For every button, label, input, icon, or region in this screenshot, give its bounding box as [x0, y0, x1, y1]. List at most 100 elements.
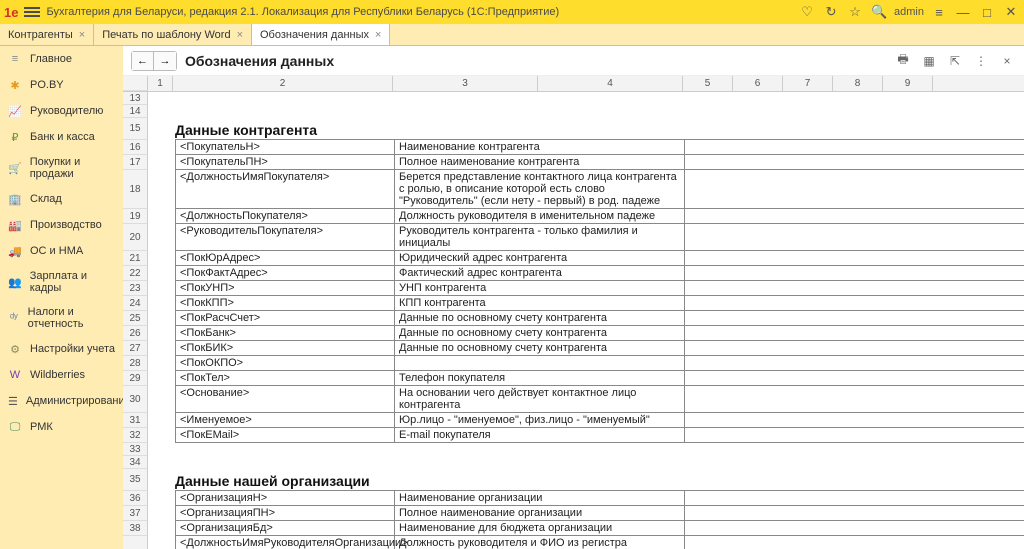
tab-close-icon[interactable]: × — [237, 29, 243, 41]
table-row[interactable]: <ПокЮрАдрес>Юридический адрес контрагент… — [175, 250, 1024, 266]
tag-cell[interactable]: <ОрганизацияБд> — [175, 521, 395, 535]
tab-close-icon[interactable]: × — [79, 29, 85, 41]
tag-cell[interactable]: <ОрганизацияПН> — [175, 506, 395, 520]
desc-cell[interactable]: Юридический адрес контрагента — [395, 251, 685, 265]
col-header[interactable]: 1 — [148, 76, 173, 91]
row-number[interactable]: 38 — [123, 521, 148, 536]
table-row[interactable]: <ДолжностьПокупателя>Должность руководит… — [175, 208, 1024, 224]
desc-cell[interactable]: Полное наименование контрагента — [395, 155, 685, 169]
tag-cell[interactable]: <Именуемое> — [175, 413, 395, 427]
row-number[interactable]: 18 — [123, 170, 148, 209]
table-row[interactable]: <ОрганизацияБд>Наименование для бюджета … — [175, 520, 1024, 536]
row-number[interactable]: 33 — [123, 443, 148, 456]
star-icon[interactable]: ☆ — [846, 3, 864, 21]
row-number[interactable]: 28 — [123, 356, 148, 371]
table-row[interactable]: <ПокФактАдрес>Фактический адрес контраге… — [175, 265, 1024, 281]
row-number[interactable]: 21 — [123, 251, 148, 266]
table-row[interactable]: <ДолжностьИмяРуководителяОрганизации>Дол… — [175, 535, 1024, 549]
settings-icon[interactable]: ≡ — [930, 3, 948, 21]
desc-cell[interactable]: Юр.лицо - "именуемое", физ.лицо - "имену… — [395, 413, 685, 427]
sidebar-item[interactable]: 📈Руководителю — [0, 98, 123, 124]
row-number[interactable]: 20 — [123, 224, 148, 251]
tag-cell[interactable]: <ПокРасчСчет> — [175, 311, 395, 325]
tag-cell[interactable]: <ПокТел> — [175, 371, 395, 385]
table-row[interactable]: <ПокКПП>КПП контрагента — [175, 295, 1024, 311]
row-number[interactable]: 15 — [123, 118, 148, 140]
close-tab-icon[interactable]: × — [998, 52, 1016, 70]
col-header[interactable]: 8 — [833, 76, 883, 91]
sidebar-item[interactable]: ✱PO.BY — [0, 72, 123, 98]
tag-cell[interactable]: <ДолжностьИмяПокупателя> — [175, 170, 395, 208]
desc-cell[interactable]: КПП контрагента — [395, 296, 685, 310]
tag-cell[interactable]: <ПокФактАдрес> — [175, 266, 395, 280]
tag-cell[interactable]: <ПокБИК> — [175, 341, 395, 355]
table-row[interactable]: <ДолжностьИмяПокупателя>Берется представ… — [175, 169, 1024, 209]
row-number[interactable]: 29 — [123, 371, 148, 386]
sidebar-item[interactable]: WWildberries — [0, 362, 123, 388]
table-row[interactable]: <ОрганизацияН>Наименование организации — [175, 490, 1024, 506]
desc-cell[interactable]: УНП контрагента — [395, 281, 685, 295]
row-number[interactable]: 19 — [123, 209, 148, 224]
tab[interactable]: Обозначения данных× — [252, 24, 390, 45]
row-number[interactable]: 14 — [123, 105, 148, 118]
row-number[interactable]: 23 — [123, 281, 148, 296]
sidebar-item[interactable]: 🚚ОС и НМА — [0, 238, 123, 264]
row-number[interactable]: 17 — [123, 155, 148, 170]
row-number[interactable]: 25 — [123, 311, 148, 326]
tab-close-icon[interactable]: × — [375, 29, 381, 41]
desc-cell[interactable]: Данные по основному счету контрагента — [395, 341, 685, 355]
row-number[interactable]: 39 — [123, 536, 148, 549]
table-row[interactable]: <ПокУНП>УНП контрагента — [175, 280, 1024, 296]
desc-cell[interactable]: Берется представление контактного лица к… — [395, 170, 685, 208]
col-header[interactable]: 4 — [538, 76, 683, 91]
col-header[interactable]: 2 — [173, 76, 393, 91]
minimize-icon[interactable]: — — [954, 3, 972, 21]
sidebar-item[interactable]: ₽Банк и касса — [0, 124, 123, 150]
desc-cell[interactable]: Должность руководителя и ФИО из регистра… — [395, 536, 685, 549]
desc-cell[interactable]: Данные по основному счету контрагента — [395, 311, 685, 325]
desc-cell[interactable]: Руководитель контрагента - только фамили… — [395, 224, 685, 250]
row-number[interactable]: 37 — [123, 506, 148, 521]
table-row[interactable]: <ПокупательН>Наименование контрагента — [175, 139, 1024, 155]
back-button[interactable]: ← — [132, 52, 154, 70]
menu-icon[interactable] — [24, 7, 40, 17]
sidebar-item[interactable]: 🖵РМК — [0, 414, 123, 440]
row-number[interactable]: 27 — [123, 341, 148, 356]
row-number[interactable]: 16 — [123, 140, 148, 155]
row-number[interactable]: 34 — [123, 456, 148, 469]
desc-cell[interactable]: Наименование для бюджета организации — [395, 521, 685, 535]
row-number[interactable]: 13 — [123, 92, 148, 105]
tag-cell[interactable]: <ПокБанк> — [175, 326, 395, 340]
desc-cell[interactable]: Наименование контрагента — [395, 140, 685, 154]
col-header[interactable]: 7 — [783, 76, 833, 91]
bell-icon[interactable]: ♡ — [798, 3, 816, 21]
export-icon[interactable]: ⇱ — [946, 52, 964, 70]
tag-cell[interactable]: <ПокупательН> — [175, 140, 395, 154]
sidebar-item[interactable]: ⚙Настройки учета — [0, 336, 123, 362]
table-row[interactable]: <РуководительПокупателя>Руководитель кон… — [175, 223, 1024, 251]
sidebar-item[interactable]: 👥Зарплата и кадры — [0, 264, 123, 300]
table-row[interactable]: <ПокБанк>Данные по основному счету контр… — [175, 325, 1024, 341]
table-row[interactable]: <Именуемое>Юр.лицо - "именуемое", физ.ли… — [175, 412, 1024, 428]
search-icon[interactable]: 🔍 — [870, 3, 888, 21]
print-icon[interactable]: 🖶 — [894, 52, 912, 70]
table-row[interactable]: <Основание>На основании чего действует к… — [175, 385, 1024, 413]
maximize-icon[interactable]: □ — [978, 3, 996, 21]
calc-icon[interactable]: ▦ — [920, 52, 938, 70]
tab[interactable]: Контрагенты× — [0, 24, 94, 45]
tab[interactable]: Печать по шаблону Word× — [94, 24, 252, 45]
table-row[interactable]: <ПокЕMail>E-mail покупателя — [175, 427, 1024, 443]
desc-cell[interactable]: Полное наименование организации — [395, 506, 685, 520]
row-number[interactable]: 36 — [123, 491, 148, 506]
tag-cell[interactable]: <ДолжностьПокупателя> — [175, 209, 395, 223]
tag-cell[interactable]: <ПокЮрАдрес> — [175, 251, 395, 265]
desc-cell[interactable]: Телефон покупателя — [395, 371, 685, 385]
tag-cell[interactable]: <ПокУНП> — [175, 281, 395, 295]
col-header[interactable]: 9 — [883, 76, 933, 91]
row-number[interactable]: 24 — [123, 296, 148, 311]
row-number[interactable]: 31 — [123, 413, 148, 428]
tag-cell[interactable]: <ДолжностьИмяРуководителяОрганизации> — [175, 536, 395, 549]
forward-button[interactable]: → — [154, 52, 176, 70]
desc-cell[interactable]: Фактический адрес контрагента — [395, 266, 685, 280]
tag-cell[interactable]: <ПокЕMail> — [175, 428, 395, 442]
